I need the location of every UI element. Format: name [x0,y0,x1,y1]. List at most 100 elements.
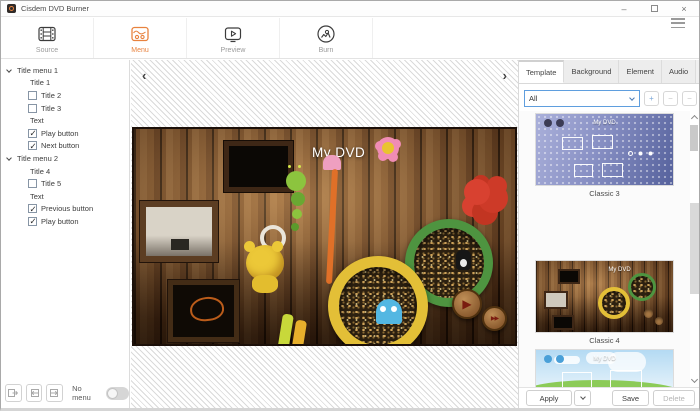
checkbox[interactable] [28,141,37,150]
menu-next-button[interactable]: ▶▶ [482,306,507,331]
tree-item-next-button[interactable]: Next button [1,140,129,153]
close-button[interactable]: × [669,1,699,16]
checkbox[interactable] [28,104,37,113]
checkbox[interactable] [28,179,37,188]
template-list: My DVD Classic 3 My DVD [519,111,690,387]
no-menu-toggle[interactable] [106,387,129,400]
scrollbar-thumb[interactable] [690,125,698,151]
more-template-button[interactable]: − [682,91,697,106]
tree-item-text-2[interactable]: Text [1,190,129,203]
next-template-arrow[interactable]: › [503,68,507,83]
tree-item-title-4[interactable]: Title 4 [1,165,129,178]
tab-menu-label: Menu [131,47,149,54]
save-button[interactable]: Save [612,390,649,406]
tree-item-title-1[interactable]: Title 1 [1,77,129,90]
tree-label: Title 2 [41,91,61,100]
template-scrollbar[interactable] [689,111,700,387]
placeholder-rect [610,370,642,387]
tree-label: Text [30,116,44,125]
tree-label: Title 1 [30,78,50,87]
tab-audio[interactable]: Audio [662,60,696,83]
tree-label: Play button [41,129,79,138]
checkbox[interactable] [28,204,37,213]
thumbnail-title: My DVD [566,267,673,273]
chevron-down-icon[interactable] [6,155,12,161]
tab-preview[interactable]: Preview [187,18,280,58]
menu-play-button[interactable]: ▶ [452,289,482,319]
template-thumbnail[interactable]: My DVD ◂ ▸ ▸ [536,350,673,387]
hamburger-menu-icon[interactable] [671,18,685,28]
menu-structure-sidebar: Title menu 1 Title 1 Title 2 Title 3 Tex… [1,60,130,408]
chevron-down-icon [580,394,586,400]
preview-player-icon [222,23,244,45]
tree-item-play-button-1[interactable]: Play button [1,127,129,140]
tree-item-text-1[interactable]: Text [1,114,129,127]
tree-label: Title menu 1 [17,66,58,75]
tab-burn-label: Burn [319,47,334,54]
tree-group-title-menu-2[interactable]: Title menu 2 [1,152,129,165]
tree-item-title-5[interactable]: Title 5 [1,177,129,190]
template-panel: Template Background Element Audio All + … [518,60,700,408]
lion-toy-decoration [246,245,284,281]
arrow-out-icon [7,387,19,399]
scroll-down-icon[interactable] [691,376,698,383]
burn-disc-icon [315,23,337,45]
tab-template[interactable]: Template [519,60,564,83]
placeholder-rect [602,163,623,177]
scroll-up-icon[interactable] [691,115,698,122]
apply-options-button[interactable] [574,390,591,406]
delete-button[interactable]: Delete [653,390,695,406]
main-toolbar: Source Menu Preview [1,18,699,59]
dots-decoration [628,151,633,156]
tree-item-title-3[interactable]: Title 3 [1,102,129,115]
app-window: Cisdem DVD Burner – × Source [0,0,700,411]
template-card-classic-4[interactable]: My DVD Classic 4 [519,261,690,345]
placeholder-rect [562,372,592,387]
title-bar: Cisdem DVD Burner – × [1,1,699,17]
tree-label: Title 3 [41,104,61,113]
add-template-button[interactable]: + [644,91,659,106]
template-thumbnail[interactable]: My DVD [536,261,673,332]
tab-burn[interactable]: Burn [280,18,373,58]
tab-element[interactable]: Element [619,60,662,83]
tab-menu[interactable]: Menu [94,18,187,58]
toy-figure-decoration [456,250,471,270]
move-in-right-button[interactable] [46,384,63,402]
minimize-button[interactable]: – [609,1,639,16]
panel-tabs: Template Background Element Audio [519,60,700,84]
template-thumbnail[interactable]: My DVD [536,114,673,185]
template-filter-dropdown[interactable]: All [524,90,640,107]
tree-group-title-menu-1[interactable]: Title menu 1 [1,64,129,77]
tree-item-previous-button[interactable]: Previous button [1,203,129,216]
chevron-down-icon[interactable] [6,67,12,73]
tab-background[interactable]: Background [564,60,619,83]
grass-hill-decoration [536,380,673,387]
checkbox[interactable] [28,91,37,100]
tab-source[interactable]: Source [1,18,94,58]
mini-wood-button [655,317,663,325]
dvd-menu-artwork: My DVD ▶ ▶▶ [132,127,517,346]
tree-item-play-button-2[interactable]: Play button [1,215,129,228]
film-strip-icon [36,23,58,45]
yellow-seed-bowl-decoration [328,256,428,346]
move-in-left-button[interactable] [26,384,43,402]
mini-frame [558,269,580,284]
window-title: Cisdem DVD Burner [21,4,89,13]
placeholder-rect [592,135,613,149]
mini-frame [552,315,574,330]
move-out-button[interactable] [5,384,22,402]
template-card-classic-3[interactable]: My DVD Classic 3 [519,114,690,198]
filter-value: All [529,94,537,103]
template-card-classic-5[interactable]: My DVD ◂ ▸ ▸ Classic 5 [519,350,690,387]
apply-button[interactable]: Apply [526,390,572,406]
maximize-button[interactable] [639,1,669,16]
window-controls: – × [609,1,699,16]
tree-label: Text [30,192,44,201]
checkbox[interactable] [28,129,37,138]
mini-wood-button [644,309,653,318]
tree-item-title-2[interactable]: Title 2 [1,89,129,102]
previous-template-arrow[interactable]: ‹ [142,68,146,83]
checkbox[interactable] [28,217,37,226]
remove-template-button[interactable]: − [663,91,678,106]
tree-label: Title 4 [30,167,50,176]
